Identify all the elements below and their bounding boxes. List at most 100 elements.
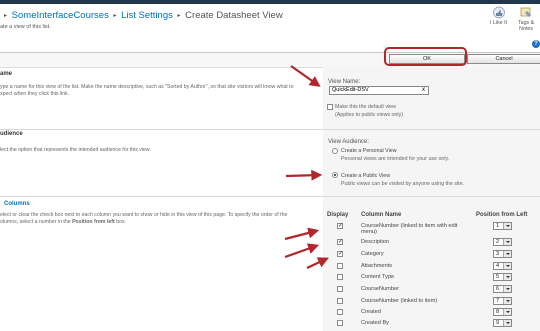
default-view-checkbox[interactable] (327, 104, 333, 110)
chevron-down-icon (503, 320, 511, 326)
chevron-down-icon (503, 309, 511, 315)
cancel-button[interactable]: Cancel (467, 54, 540, 64)
columns-desc-bold: Position from left (72, 218, 115, 225)
position-value: 9 (496, 320, 500, 326)
breadcrumb-separator-icon: ▸ (4, 13, 8, 19)
column-row: ✓ Description 2 (323, 237, 540, 248)
position-value: 3 (496, 251, 500, 257)
help-icon[interactable]: ? (532, 40, 540, 48)
display-checkbox[interactable] (337, 286, 343, 292)
chevron-down-icon (503, 239, 511, 245)
position-select[interactable]: 3 (493, 250, 512, 258)
column-name-header: Column Name (361, 212, 402, 218)
column-name: Content Type (361, 274, 394, 280)
column-row: ✓ Category 3 (323, 249, 540, 260)
columns-section-title: Columns (4, 201, 30, 207)
column-name-line-1: CourseNumber (361, 286, 399, 292)
view-name-input[interactable]: QuickEdit-DSV x (329, 86, 429, 95)
position-select[interactable]: 8 (493, 308, 512, 316)
column-name: Created By (361, 320, 389, 326)
display-column-header: Display (327, 212, 349, 218)
position-value: 6 (496, 286, 500, 292)
name-desc-line-1: ype a name for this view of the list. Ma… (0, 84, 294, 90)
column-name-line-2: menu) (361, 229, 377, 236)
arrow-to-description-icon (284, 243, 320, 259)
name-panel (323, 67, 540, 129)
column-row: ✓ CourseNumber (linked to item with edit m… (323, 221, 540, 235)
arrow-to-view-name-icon (290, 65, 321, 87)
clear-icon[interactable]: x (422, 87, 425, 94)
breadcrumb-site-link[interactable]: SomeInterfaceCourses (12, 10, 109, 21)
column-name: CourseNumber (linked to item with edit me… (361, 223, 457, 236)
position-select[interactable]: 5 (493, 273, 512, 281)
name-section-description: ype a name for this view of the list. Ma… (0, 84, 318, 97)
personal-view-radio[interactable] (332, 148, 338, 154)
breadcrumb-separator-icon: ▸ (177, 13, 181, 19)
view-name-label: View Name: (328, 79, 361, 85)
position-value: 8 (496, 309, 500, 315)
column-row: Content Type 5 (323, 272, 540, 283)
default-view-hint: (Applies to public views only) (335, 112, 404, 118)
column-row: CourseNumber 6 (323, 284, 540, 295)
columns-desc-post: box. (114, 218, 126, 225)
chevron-down-icon (503, 274, 511, 280)
display-checkbox[interactable]: ✓ (337, 251, 343, 257)
column-row: CourseNumber (linked to item) 7 (323, 296, 540, 307)
columns-section-description: elect or clear the check box next to eac… (0, 212, 318, 225)
column-name: Attachments (361, 263, 392, 269)
view-audience-label: View Audience: (328, 139, 369, 145)
position-select[interactable]: 6 (493, 285, 512, 293)
ok-highlight-annotation (384, 47, 467, 66)
position-select[interactable]: 4 (493, 262, 512, 270)
column-name-line-1: Created (361, 309, 381, 315)
view-name-value: QuickEdit-DSV (332, 87, 369, 93)
audience-section-title: udience (0, 131, 23, 137)
audience-section-description: lect the option that represents the inte… (0, 147, 151, 153)
display-checkbox[interactable] (337, 263, 343, 269)
arrow-to-public-view-icon (285, 169, 323, 181)
position-value: 7 (496, 298, 500, 304)
name-desc-line-2: xpect when they click this link. (0, 90, 70, 97)
display-checkbox[interactable] (337, 309, 343, 315)
tag-note-icon (519, 6, 533, 19)
columns-desc-line-2: olumns, select a number in the Position … (0, 219, 318, 226)
column-name: Category (361, 251, 384, 257)
column-name-line-1: Attachments (361, 263, 393, 269)
position-value: 1 (496, 223, 500, 229)
chevron-down-icon (503, 298, 511, 304)
personal-view-hint: Personal views are intended for your use… (341, 156, 450, 162)
public-view-hint: Public views can be visited by anyone us… (341, 181, 465, 187)
chevron-down-icon (503, 223, 511, 229)
position-select[interactable]: 2 (493, 238, 512, 246)
position-value: 2 (496, 239, 500, 245)
column-name-line-1: Description (361, 239, 389, 245)
position-select[interactable]: 9 (493, 319, 512, 327)
display-checkbox[interactable] (337, 320, 343, 326)
name-section-title: ame (0, 71, 13, 77)
columns-desc-pre: olumns, select a number in the (0, 218, 73, 225)
position-column-header: Position from Left (476, 212, 528, 218)
column-row: Created 8 (323, 307, 540, 318)
position-value: 4 (496, 263, 500, 269)
public-view-label: Create a Public View (341, 173, 391, 179)
column-row: Attachments 4 (323, 261, 540, 272)
position-value: 5 (496, 274, 500, 280)
display-checkbox[interactable]: ✓ (337, 239, 343, 245)
display-checkbox[interactable] (337, 298, 343, 304)
chevron-down-icon (503, 251, 511, 257)
breadcrumb: ▸ SomeInterfaceCourses ▸ List Settings ▸… (2, 10, 283, 21)
column-name: CourseNumber (361, 286, 399, 292)
i-like-it-label: I Like It (490, 20, 508, 26)
arrow-to-coursenumber-icon (284, 227, 320, 241)
position-select[interactable]: 7 (493, 297, 512, 305)
personal-view-label: Create a Personal View (341, 148, 397, 154)
position-select[interactable]: 1 (493, 222, 512, 230)
i-like-it-button[interactable]: I Like It (490, 6, 507, 26)
breadcrumb-separator-icon: ▸ (113, 13, 117, 19)
display-checkbox[interactable] (337, 274, 343, 280)
public-view-radio[interactable] (332, 172, 338, 178)
page-description: ate a view of this list. (0, 24, 51, 30)
tags-notes-button[interactable]: Tags & Notes (518, 6, 534, 32)
breadcrumb-list-settings-link[interactable]: List Settings (121, 10, 173, 21)
display-checkbox[interactable]: ✓ (337, 223, 343, 229)
